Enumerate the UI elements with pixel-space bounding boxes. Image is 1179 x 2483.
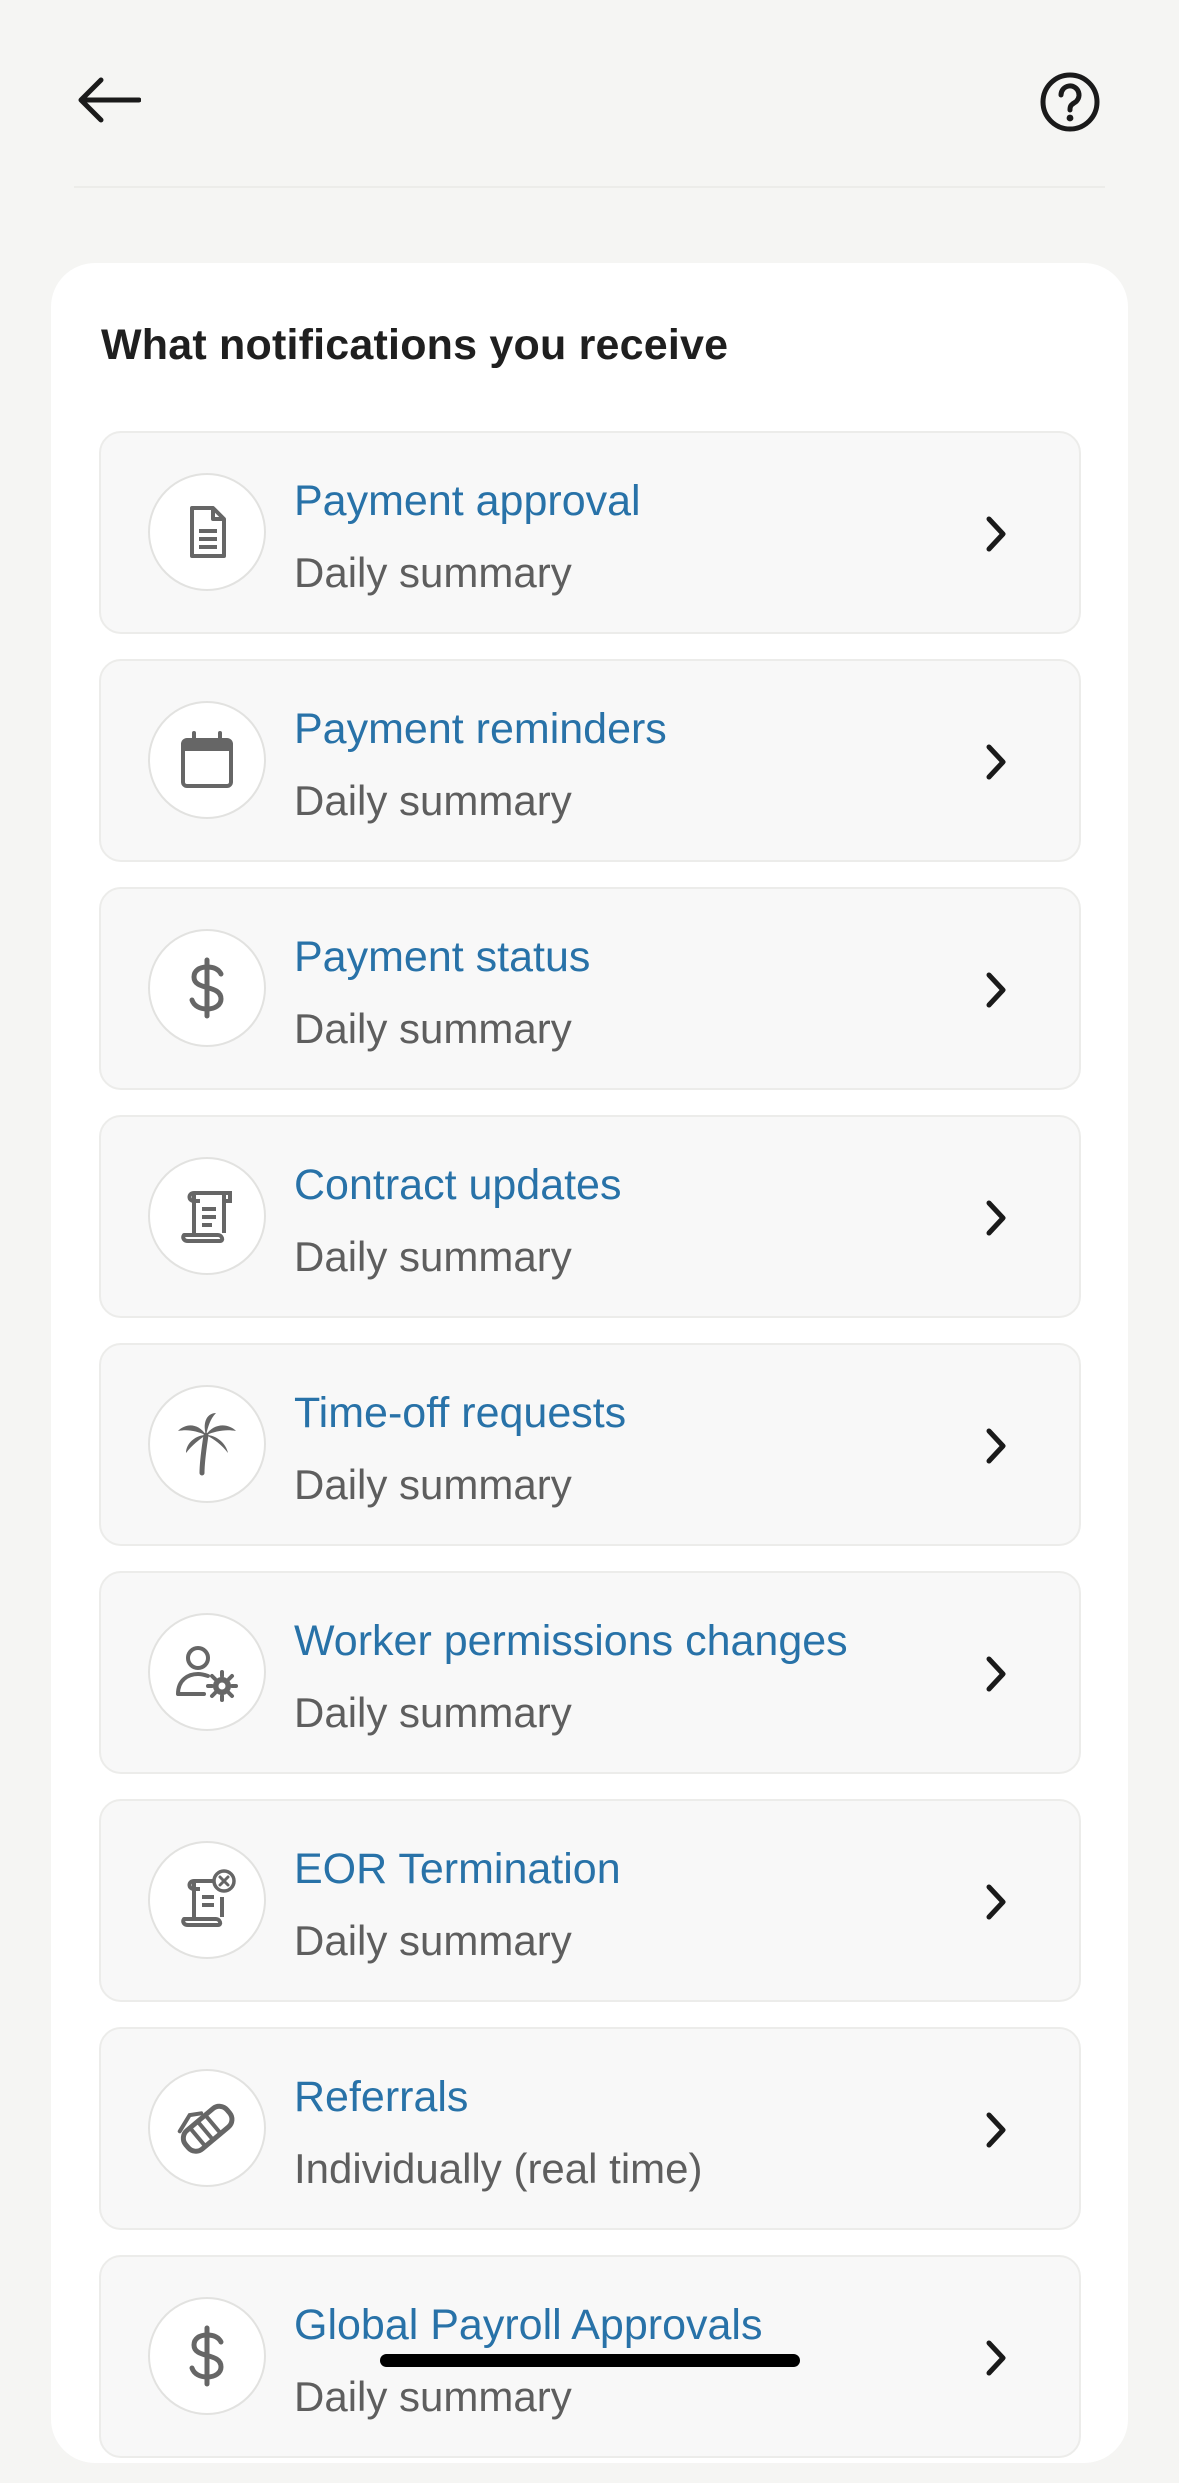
dollar-icon [148,929,266,1047]
item-title: Time-off requests [294,1389,627,1437]
notification-list: Payment approval Daily summary Payment r… [99,431,1081,2483]
notification-item-payment-reminders[interactable]: Payment reminders Daily summary [99,659,1081,862]
header-divider [74,186,1105,188]
calendar-icon [148,701,266,819]
notification-item-payment-approval[interactable]: Payment approval Daily summary [99,431,1081,634]
question-circle-icon [1040,72,1100,132]
item-frequency: Daily summary [294,777,572,824]
item-frequency: Daily summary [294,2373,572,2420]
user-gear-icon [148,1613,266,1731]
chevron-right-icon [971,2333,1021,2383]
notification-item-eor-termination[interactable]: EOR Termination Daily summary [99,1799,1081,2002]
item-title: EOR Termination [294,1845,621,1893]
notification-item-time-off-requests[interactable]: Time-off requests Daily summary [99,1343,1081,1546]
item-title: Payment approval [294,477,641,525]
dollar-icon [148,2297,266,2415]
contract-cancel-icon [148,1841,266,1959]
top-bar [0,0,1179,190]
chevron-right-icon [971,965,1021,1015]
chevron-right-icon [971,2105,1021,2155]
notifications-card: What notifications you receive Payment a… [51,263,1128,2463]
document-icon [148,473,266,591]
item-title: Payment reminders [294,705,667,753]
item-frequency: Daily summary [294,1005,572,1052]
home-indicator[interactable] [380,2354,800,2367]
chevron-right-icon [971,1193,1021,1243]
arrow-left-icon [78,77,141,123]
notification-item-payment-status[interactable]: Payment status Daily summary [99,887,1081,1090]
chevron-right-icon [971,737,1021,787]
palm-tree-icon [148,1385,266,1503]
item-frequency: Daily summary [294,1233,572,1280]
chevron-right-icon [971,1877,1021,1927]
chevron-right-icon [971,1421,1021,1471]
notification-item-referrals[interactable]: Referrals Individually (real time) [99,2027,1081,2230]
back-button[interactable] [68,60,148,140]
section-title: What notifications you receive [101,321,729,369]
item-title: Worker permissions changes [294,1617,848,1665]
item-frequency: Daily summary [294,1689,572,1736]
item-frequency: Daily summary [294,549,572,596]
help-button[interactable] [1030,62,1110,142]
item-title: Payment status [294,933,591,981]
item-title: Contract updates [294,1161,622,1209]
item-title: Referrals [294,2073,469,2121]
contract-scroll-icon [148,1157,266,1275]
item-title: Global Payroll Approvals [294,2301,763,2349]
notification-item-contract-updates[interactable]: Contract updates Daily summary [99,1115,1081,1318]
chevron-right-icon [971,1649,1021,1699]
item-frequency: Daily summary [294,1917,572,1964]
item-frequency: Individually (real time) [294,2145,703,2192]
chevron-right-icon [971,509,1021,559]
notification-item-worker-permissions[interactable]: Worker permissions changes Daily summary [99,1571,1081,1774]
handshake-icon [148,2069,266,2187]
item-frequency: Daily summary [294,1461,572,1508]
